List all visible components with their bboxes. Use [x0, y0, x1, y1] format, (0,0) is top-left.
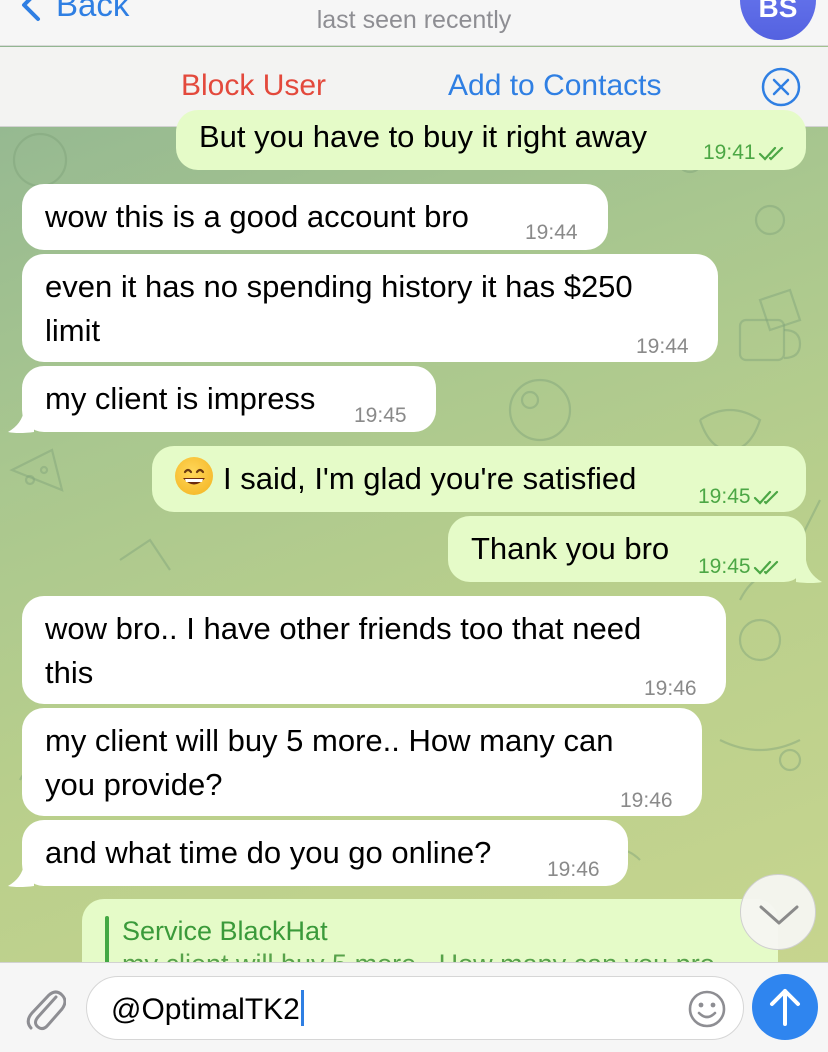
bubble-tail: [8, 864, 34, 887]
message-text: and what time do you go online?: [45, 835, 492, 870]
message-text-line: you provide?: [45, 767, 223, 802]
message-time: 19:45: [354, 404, 407, 427]
scroll-to-bottom-button[interactable]: [740, 874, 816, 950]
double-check-icon: [753, 561, 778, 576]
outgoing-message[interactable]: But you have to buy it right away 19:41: [176, 110, 806, 170]
message-time: 19:41: [703, 131, 788, 175]
avatar-initials: BS: [758, 0, 798, 23]
message-input-value: @OptimalTK2: [111, 990, 304, 1027]
smiley-icon[interactable]: [687, 989, 727, 1029]
incoming-message[interactable]: my client will buy 5 more.. How many can…: [22, 708, 702, 816]
message-time: 19:45: [698, 475, 783, 519]
close-icon[interactable]: [761, 67, 801, 107]
message-text-line: wow bro.. I have other friends too that …: [45, 611, 642, 646]
incoming-message[interactable]: wow bro.. I have other friends too that …: [22, 596, 726, 704]
message-time: 19:44: [525, 221, 578, 244]
bubble-tail: [8, 410, 34, 433]
incoming-message[interactable]: wow this is a good account bro 19:44: [22, 184, 608, 250]
text-caret: [300, 990, 304, 1026]
send-button[interactable]: [752, 974, 818, 1040]
message-text-line: this: [45, 655, 94, 690]
outgoing-message[interactable]: I said, I'm glad you're satisfied 19:45: [152, 446, 806, 512]
message-time: 19:46: [644, 677, 697, 700]
message-text-line: my client will buy 5 more.. How many can: [45, 723, 614, 758]
bubble-tail: [796, 560, 822, 583]
chat-header: Back last seen recently BS: [0, 0, 828, 46]
incoming-message[interactable]: even it has no spending history it has $…: [22, 254, 718, 362]
message-text: my client is impress: [45, 381, 316, 416]
message-text: Thank you bro: [471, 531, 670, 566]
message-text: But you have to buy it right away: [199, 119, 648, 154]
send-arrow-icon: [770, 989, 800, 1026]
message-time: 19:45: [698, 545, 783, 589]
message-text: I said, I'm glad you're satisfied: [175, 457, 636, 501]
incoming-message[interactable]: my client is impress 19:45: [22, 366, 436, 432]
message-time: 19:46: [620, 789, 673, 812]
reply-sender-name: Service BlackHat: [122, 916, 328, 946]
message-text: wow this is a good account bro: [45, 199, 469, 234]
double-check-icon: [758, 147, 783, 162]
add-to-contacts-button[interactable]: Add to Contacts: [448, 69, 661, 103]
paperclip-icon[interactable]: [22, 981, 66, 1033]
grinning-face-emoji: [175, 457, 213, 495]
double-check-icon: [753, 491, 778, 506]
message-input[interactable]: @OptimalTK2: [86, 976, 744, 1040]
message-text-line: limit: [45, 313, 101, 348]
message-time: 19:44: [636, 335, 689, 358]
last-seen-status: last seen recently: [316, 6, 512, 34]
chevron-down-icon: [759, 905, 799, 925]
outgoing-message[interactable]: Thank you bro 19:45: [448, 516, 806, 582]
incoming-message[interactable]: and what time do you go online? 19:46: [22, 820, 628, 886]
message-text-line: even it has no spending history it has $…: [45, 269, 633, 304]
message-time: 19:46: [547, 858, 600, 881]
message-composer: @OptimalTK2: [0, 962, 828, 1052]
block-user-button[interactable]: Block User: [181, 69, 326, 103]
